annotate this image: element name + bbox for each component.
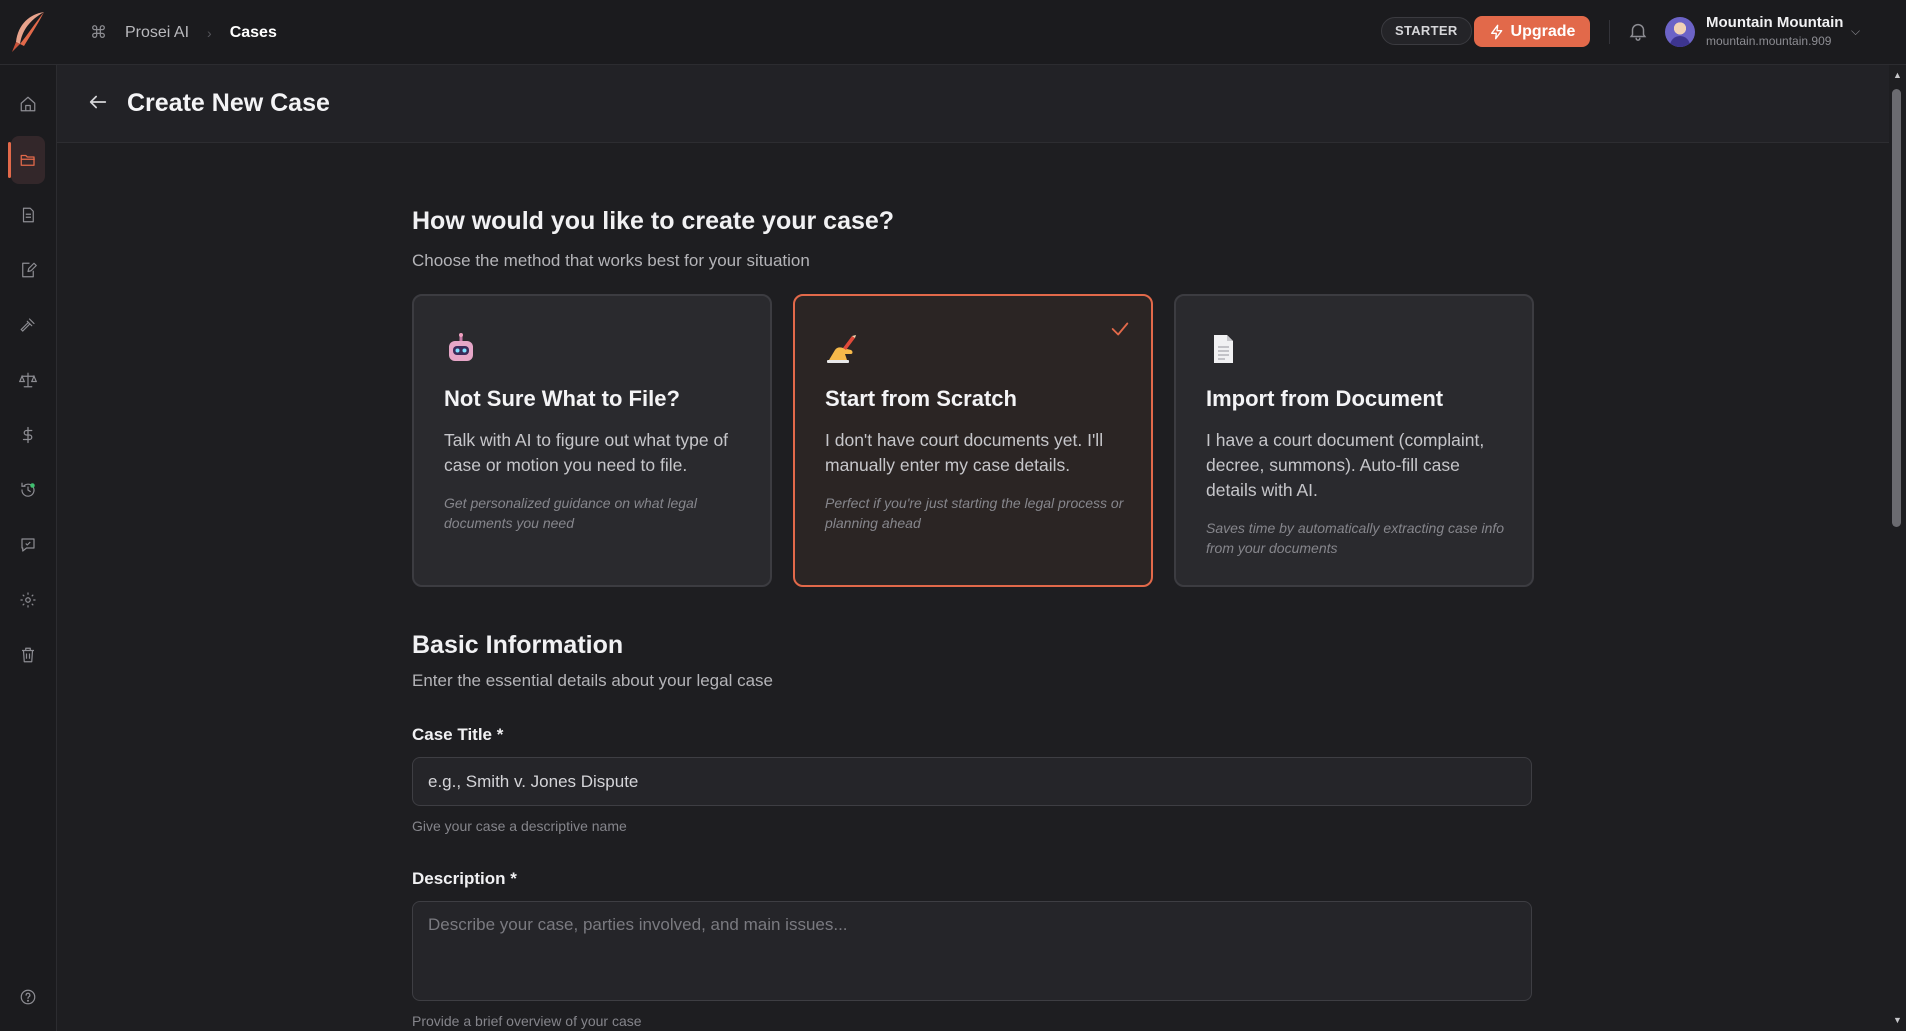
history-icon[interactable] bbox=[11, 473, 45, 507]
breadcrumb-root[interactable]: Prosei AI bbox=[125, 24, 189, 42]
page-header: Create New Case bbox=[57, 65, 1889, 143]
trash-icon[interactable] bbox=[11, 638, 45, 672]
chevron-down-icon[interactable]: ⌵ bbox=[1851, 24, 1860, 39]
upgrade-button[interactable]: Upgrade bbox=[1474, 16, 1590, 47]
breadcrumb: ⌘ Prosei AI › Cases bbox=[90, 0, 277, 65]
breadcrumb-separator-icon: › bbox=[207, 24, 212, 41]
bell-icon[interactable] bbox=[1627, 20, 1649, 44]
case-title-label: Case Title * bbox=[412, 725, 504, 744]
gear-icon[interactable] bbox=[11, 583, 45, 617]
divider bbox=[1609, 20, 1610, 44]
checkmark-icon bbox=[1109, 318, 1131, 340]
description-label: Description * bbox=[412, 869, 517, 888]
back-arrow-icon[interactable] bbox=[87, 91, 109, 113]
option-note: Saves time by automatically extracting c… bbox=[1206, 520, 1505, 556]
sidebar bbox=[0, 65, 57, 1031]
page-title: Create New Case bbox=[127, 89, 330, 117]
command-icon[interactable]: ⌘ bbox=[90, 23, 107, 43]
case-title-input[interactable] bbox=[412, 757, 1532, 806]
option-note: Perfect if you're just starting the lega… bbox=[825, 495, 1124, 531]
home-icon[interactable] bbox=[11, 87, 45, 121]
writing-hand-icon bbox=[825, 332, 859, 366]
option-description: I have a court document (complaint, decr… bbox=[1206, 430, 1485, 500]
scroll-down-icon[interactable]: ▼ bbox=[1893, 1015, 1902, 1025]
option-title: Import from Document bbox=[1206, 386, 1444, 411]
folder-icon[interactable] bbox=[8, 136, 45, 184]
document-page-icon bbox=[1206, 332, 1240, 366]
basic-info-subheading: Enter the essential details about your l… bbox=[412, 671, 774, 690]
avatar[interactable] bbox=[1665, 17, 1695, 47]
description-hint: Provide a brief overview of your case bbox=[412, 1013, 642, 1029]
basic-info-heading: Basic Information bbox=[412, 631, 624, 659]
edit-document-icon[interactable] bbox=[11, 253, 45, 287]
case-title-hint: Give your case a descriptive name bbox=[412, 818, 627, 834]
scrollbar[interactable]: ▲ ▼ bbox=[1889, 65, 1906, 1031]
dollar-icon[interactable] bbox=[11, 418, 45, 452]
scroll-thumb[interactable] bbox=[1892, 89, 1901, 527]
option-note: Get personalized guidance on what legal … bbox=[444, 495, 697, 531]
option-description: I don't have court documents yet. I'll m… bbox=[825, 430, 1104, 475]
option-title: Start from Scratch bbox=[825, 386, 1017, 411]
user-name[interactable]: Mountain Mountain bbox=[1706, 14, 1843, 31]
option-title: Not Sure What to File? bbox=[444, 386, 680, 411]
top-bar: ⌘ Prosei AI › Cases STARTER Upgrade Moun… bbox=[0, 0, 1906, 65]
lightning-icon bbox=[1490, 24, 1502, 39]
user-handle: mountain.mountain.909 bbox=[1706, 34, 1832, 48]
gavel-icon[interactable] bbox=[11, 308, 45, 342]
description-input[interactable] bbox=[412, 901, 1532, 1001]
option-card-start-from-scratch[interactable]: Start from Scratch I don't have court do… bbox=[793, 294, 1153, 587]
chat-icon[interactable] bbox=[11, 528, 45, 562]
robot-icon bbox=[444, 332, 478, 366]
option-card-ai-guidance[interactable]: Not Sure What to File? Talk with AI to f… bbox=[412, 294, 772, 587]
breadcrumb-current: Cases bbox=[229, 23, 277, 41]
method-subheading: Choose the method that works best for yo… bbox=[412, 251, 810, 270]
app-logo[interactable] bbox=[6, 8, 52, 56]
option-description: Talk with AI to figure out what type of … bbox=[444, 430, 729, 475]
scroll-up-icon[interactable]: ▲ bbox=[1893, 70, 1902, 80]
scales-icon[interactable] bbox=[11, 363, 45, 397]
upgrade-label: Upgrade bbox=[1510, 22, 1576, 40]
method-heading: How would you like to create your case? bbox=[412, 207, 895, 235]
help-icon[interactable] bbox=[11, 980, 45, 1014]
option-card-import-document[interactable]: Import from Document I have a court docu… bbox=[1174, 294, 1534, 587]
document-icon[interactable] bbox=[11, 198, 45, 232]
plan-badge: STARTER bbox=[1381, 17, 1472, 45]
